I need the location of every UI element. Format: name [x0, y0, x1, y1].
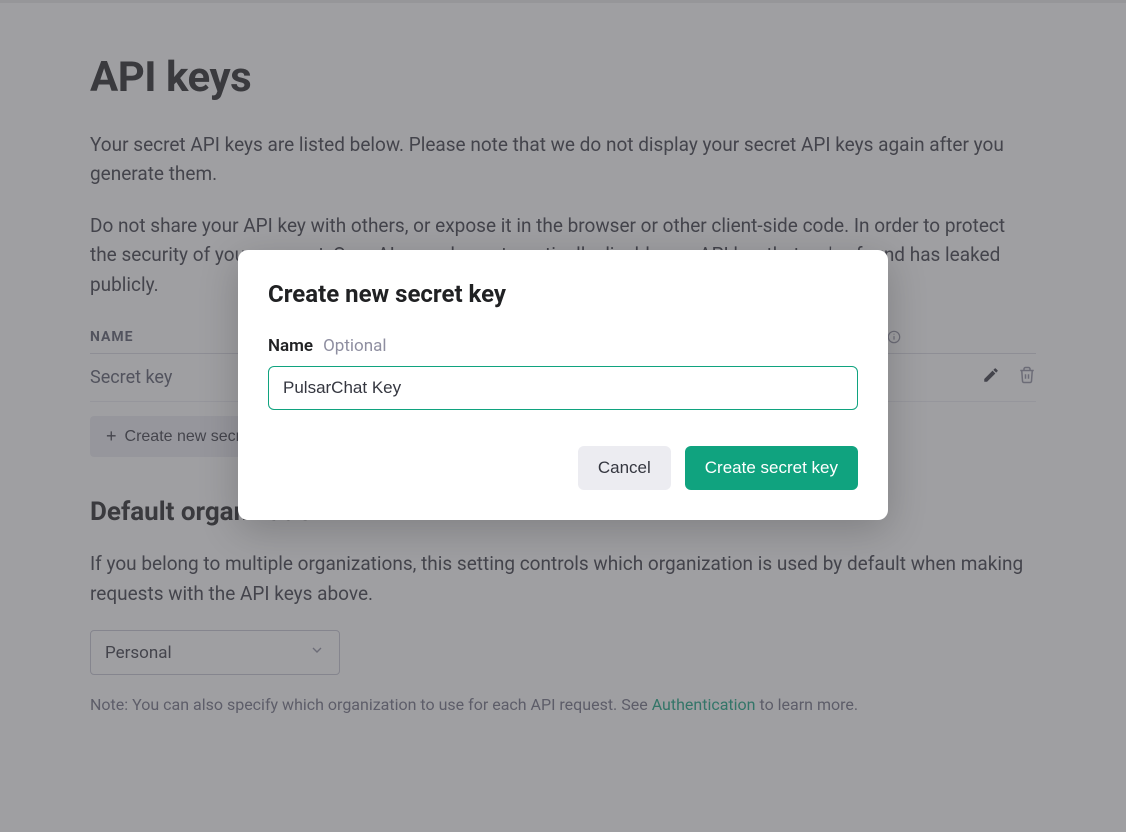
modal-overlay[interactable]: Create new secret key Name Optional Canc…	[0, 0, 1126, 832]
create-secret-key-modal: Create new secret key Name Optional Canc…	[238, 250, 888, 520]
create-secret-key-button[interactable]: Create secret key	[685, 446, 858, 490]
modal-title: Create new secret key	[268, 280, 858, 308]
secret-key-name-input[interactable]	[268, 366, 858, 410]
name-field-optional: Optional	[323, 336, 386, 356]
cancel-button[interactable]: Cancel	[578, 446, 671, 490]
name-field-label: Name	[268, 336, 313, 356]
